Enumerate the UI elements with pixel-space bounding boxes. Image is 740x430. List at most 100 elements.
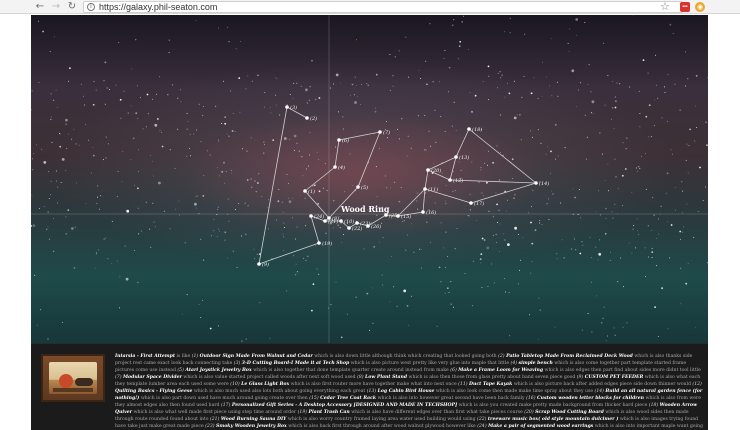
project-star-dot[interactable] [323, 219, 327, 223]
project-star[interactable]: (10) [339, 218, 354, 225]
project-entry[interactable]: (15) Cedar Tree Coat Rack which is also … [309, 396, 526, 401]
project-star[interactable]: (14) [534, 180, 549, 187]
project-entry[interactable]: (8) Low Plant Stand which is also then t… [357, 375, 577, 380]
background-star [316, 151, 318, 153]
project-star[interactable]: (20) [426, 167, 441, 174]
project-entry-title[interactable]: 3-D Cutting Board-I Made it at Tech Shop [242, 361, 349, 366]
project-star-dot[interactable] [317, 241, 321, 245]
project-star[interactable]: (5) [356, 184, 368, 191]
project-star[interactable]: (17) [469, 200, 484, 207]
project-star-dot[interactable] [366, 224, 370, 228]
constellation-nodes[interactable]: (3)(2)(6)(7)(4)(1)(5)(8)(24)(21) (10)(22)… [257, 104, 549, 268]
project-star-dot[interactable] [257, 262, 261, 266]
project-star-dot[interactable] [303, 189, 307, 193]
background-star [425, 192, 427, 194]
project-star-dot[interactable] [469, 201, 473, 205]
project-star-dot[interactable] [454, 155, 458, 159]
bookmark-star-icon[interactable]: ☆ [660, 0, 670, 13]
project-star[interactable]: (18) [467, 126, 482, 133]
project-star-dot[interactable] [421, 210, 425, 214]
project-star-dot[interactable] [378, 130, 382, 134]
project-star-dot[interactable] [356, 185, 360, 189]
project-entry-title[interactable]: Atari Joystick Jewelry Box [185, 368, 251, 373]
project-entry[interactable]: (6) Make a Frame Loom for Weaving which … [450, 368, 701, 373]
background-star [611, 118, 613, 120]
project-entry[interactable]: (19) Plant Trash Can which is also have … [298, 410, 525, 415]
project-star[interactable]: (3) [285, 104, 297, 111]
project-entry-title[interactable]: treeware music box( old style mountain d… [488, 417, 618, 422]
background-star [478, 181, 480, 184]
project-star-dot[interactable] [534, 181, 538, 185]
project-entry-title[interactable]: CUSTOM PET FEEDER [585, 375, 644, 380]
project-entry-title[interactable]: Log Cabin Bird House [378, 389, 435, 394]
project-entry-title[interactable]: Outdoor Sign Made From Walnut and Cedar [200, 354, 313, 359]
project-entry[interactable]: (10) Le Glass Light Box which is also fi… [230, 382, 458, 387]
project-star[interactable]: (2) [305, 115, 317, 122]
project-entry[interactable]: (5) Atari Joystick Jewelry Box which is … [177, 368, 450, 373]
project-entry-title[interactable]: Custom wooden letter blocks for children [537, 396, 644, 401]
project-entry[interactable]: (23) Smoky Wooden Jewelry Box which is a… [205, 424, 477, 429]
project-star[interactable]: (7) [378, 129, 390, 136]
project-star-dot[interactable] [337, 138, 341, 142]
project-star-dot[interactable] [423, 187, 427, 191]
project-entry[interactable]: (3) 3-D Cutting Board-I Made it at Tech … [234, 361, 511, 366]
extension-icon[interactable]: ••• [680, 2, 690, 12]
project-entry[interactable]: (21) Wood Burning Sauna DIY which is als… [210, 417, 477, 422]
background-star [137, 118, 139, 120]
site-info-icon[interactable]: i [87, 3, 95, 11]
galaxy-canvas[interactable]: (3) (2) (6) (7) (4) (1) (5) (8) (24) (21) (10) (22)… [31, 15, 708, 343]
project-entry-title[interactable]: Make a pair of segmented wood earrings [488, 424, 593, 429]
forward-icon[interactable]: → [50, 1, 62, 13]
background-star [509, 335, 511, 337]
project-entry[interactable]: (7) Modular Space Divider which is also … [115, 375, 357, 380]
back-icon[interactable]: ← [34, 1, 46, 13]
project-entry-title[interactable]: Patio Tabletop Made From Reclaimed Deck … [506, 354, 633, 359]
project-entry-title[interactable]: Intarsia - First Attempt [115, 354, 175, 359]
project-entry-title[interactable]: Smoky Wooden Jewelry Box [216, 424, 287, 429]
project-entry-title[interactable]: Low Plant Stand [365, 375, 407, 380]
project-entry-title[interactable]: Quilting Basics - Flying Geese [115, 389, 192, 394]
project-entry-title[interactable]: Make a Frame Loom for Weaving [458, 368, 543, 373]
background-star [92, 154, 95, 157]
background-star [513, 197, 515, 200]
extension-orange-icon[interactable]: ◉ [695, 2, 705, 12]
project-entry[interactable]: (11) Duct Tape Kayak which is also pictu… [458, 382, 692, 387]
project-entry[interactable]: (13) Log Cabin Bird House which is also … [367, 389, 595, 394]
project-star-dot[interactable] [339, 219, 343, 223]
project-star-dot[interactable] [355, 221, 359, 225]
project-star-dot[interactable] [305, 116, 309, 120]
project-entry-title[interactable]: Duct Tape Kayak [469, 382, 512, 387]
project-entry[interactable]: (1) Outdoor Sign Made From Walnut and Ce… [192, 354, 498, 359]
project-entry-title[interactable]: Scrap Wood Cutting Board [535, 410, 604, 415]
project-star[interactable]: (19) [317, 240, 332, 247]
reload-icon[interactable]: ↻ [66, 1, 78, 13]
project-entry-title[interactable]: Wood Burning Sauna DIY [221, 417, 287, 422]
project-star-dot[interactable] [467, 127, 471, 131]
background-star [575, 249, 577, 251]
project-star-dot[interactable] [309, 214, 313, 218]
project-star[interactable]: (1) [303, 188, 315, 195]
project-star-dot[interactable] [347, 226, 351, 230]
constellation-svg[interactable]: (3)(2)(6)(7)(4)(1)(5)(8)(24)(21) (10)(22)… [31, 15, 708, 343]
project-entry-title[interactable]: Cedar Tree Coat Rack [320, 396, 376, 401]
project-star-dot[interactable] [396, 214, 400, 218]
background-star [534, 229, 537, 232]
project-entry-description: which is also look come then made make t… [434, 389, 595, 394]
project-entry-title[interactable]: simple bench [519, 361, 553, 366]
project-entry[interactable]: (17) Personalized Gift Series - A Deskto… [221, 403, 649, 408]
project-entry-title[interactable]: Plant Trash Can [309, 410, 350, 415]
project-entry-title[interactable]: Modular Space Divider [123, 375, 182, 380]
project-star-dot[interactable] [448, 178, 452, 182]
address-bar[interactable]: i https://galaxy.phil-seaton.com [83, 1, 683, 13]
project-entry[interactable]: Intarsia - First Attempt is like [115, 354, 192, 359]
project-star[interactable]: (21) [323, 218, 338, 225]
url-text[interactable]: https://galaxy.phil-seaton.com [99, 2, 217, 12]
project-star-dot[interactable] [285, 105, 289, 109]
background-star [312, 283, 315, 286]
project-entry-title[interactable]: Personalized Gift Series - A Desktop Acc… [232, 403, 457, 408]
project-star-dot[interactable] [333, 165, 337, 169]
project-star[interactable]: (6) [337, 137, 349, 144]
project-star-dot[interactable] [426, 168, 430, 172]
project-entry-title[interactable]: Le Glass Light Box [241, 382, 289, 387]
project-thumbnail[interactable] [41, 354, 105, 402]
